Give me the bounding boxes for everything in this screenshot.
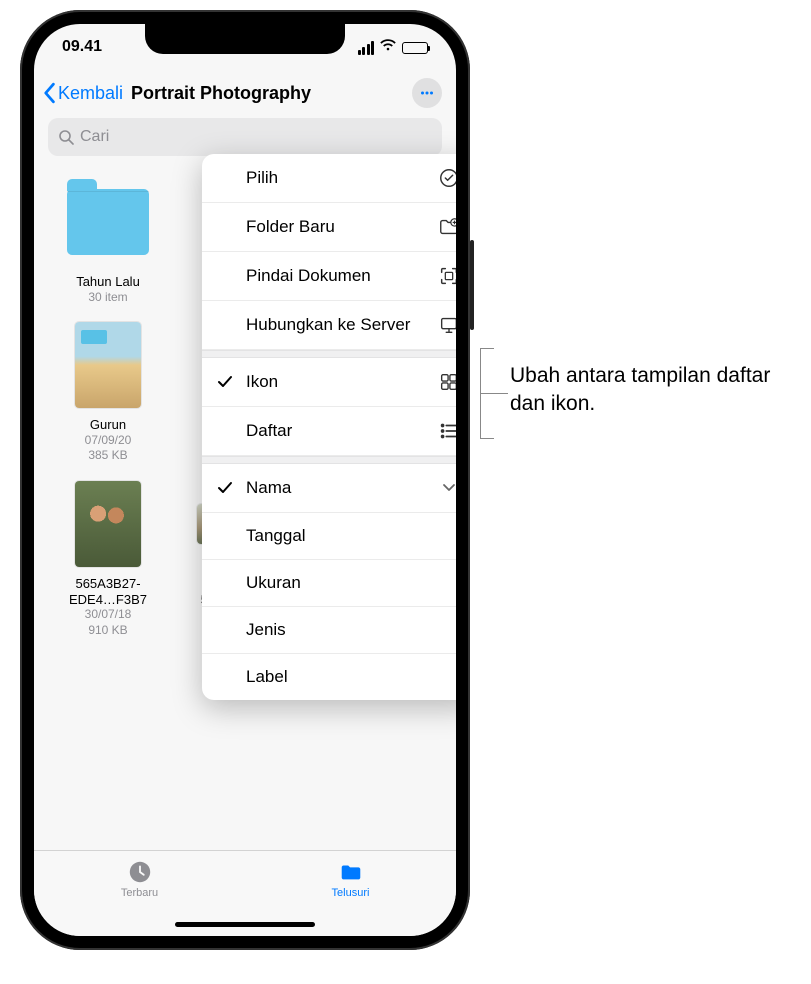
power-button (470, 240, 474, 330)
back-button[interactable]: Kembali (42, 82, 123, 104)
file-size: 910 KB (88, 623, 127, 639)
file-item-image[interactable]: Gurun 07/09/20 385 KB (48, 319, 168, 464)
menu-label: Hubungkan ke Server (246, 315, 410, 335)
menu-item-sort-date[interactable]: Tanggal (202, 513, 456, 560)
callout-tick (480, 438, 494, 439)
callout-tick (480, 348, 494, 349)
battery-icon (402, 42, 428, 54)
cellular-icon (358, 41, 375, 55)
folder-icon (62, 176, 154, 268)
menu-item-list-view[interactable]: Daftar (202, 407, 456, 456)
callout-text: Ubah antara tampilan daftar dan ikon. (510, 362, 780, 419)
menu-label: Nama (246, 478, 291, 498)
menu-item-sort-tags[interactable]: Label (202, 654, 456, 700)
menu-label: Label (246, 667, 288, 687)
phone-frame: 09.41 Kembali Portrait Photography Cari (20, 10, 470, 950)
grid-icon (438, 371, 456, 393)
menu-label: Tanggal (246, 526, 306, 546)
page-title: Portrait Photography (131, 83, 408, 104)
check-icon (216, 479, 234, 497)
menu-label: Jenis (246, 620, 286, 640)
status-time: 09.41 (62, 38, 102, 56)
menu-item-new-folder[interactable]: Folder Baru (202, 203, 456, 252)
file-name: Tahun Lalu (76, 274, 140, 290)
image-thumb (62, 478, 154, 570)
list-icon (438, 420, 456, 442)
back-label: Kembali (58, 83, 123, 104)
search-input[interactable]: Cari (48, 118, 442, 156)
menu-label: Pindai Dokumen (246, 266, 371, 286)
more-button[interactable] (412, 78, 442, 108)
options-popover: Pilih Folder Baru Pindai Dokumen Hubungk… (202, 154, 456, 700)
menu-label: Daftar (246, 421, 292, 441)
file-size: 385 KB (88, 448, 127, 464)
file-item-folder[interactable]: Tahun Lalu 30 item (48, 176, 168, 305)
menu-item-connect-server[interactable]: Hubungkan ke Server (202, 301, 456, 350)
file-name: Gurun (90, 417, 126, 433)
wifi-icon (379, 38, 397, 57)
server-icon (438, 314, 456, 336)
callout-connector (480, 393, 508, 394)
menu-item-select[interactable]: Pilih (202, 154, 456, 203)
folder-icon (337, 859, 365, 885)
folder-plus-icon (438, 216, 456, 238)
check-icon (216, 373, 234, 391)
search-icon (58, 129, 74, 145)
chevron-left-icon (42, 82, 56, 104)
file-date: 07/09/20 (85, 433, 132, 449)
image-thumb (62, 319, 154, 411)
tab-label: Terbaru (121, 887, 158, 899)
scan-icon (438, 265, 456, 287)
file-date: 30/07/18 (85, 607, 132, 623)
file-item-image[interactable]: 565A3B27-EDE4…F3B7 30/07/18 910 KB (48, 478, 168, 638)
menu-item-sort-name[interactable]: Nama (202, 464, 456, 513)
select-circle-icon (438, 167, 456, 189)
home-indicator[interactable] (175, 922, 315, 927)
tab-label: Telusuri (332, 887, 370, 899)
status-right (358, 38, 429, 57)
chevron-down-icon (438, 477, 456, 499)
file-name: 565A3B27-EDE4…F3B7 (53, 576, 163, 607)
menu-item-scan[interactable]: Pindai Dokumen (202, 252, 456, 301)
screen: 09.41 Kembali Portrait Photography Cari (34, 24, 456, 936)
menu-label: Folder Baru (246, 217, 335, 237)
menu-separator (202, 350, 456, 358)
ellipsis-circle-icon (418, 84, 436, 102)
tab-bar: Terbaru Telusuri (34, 850, 456, 936)
notch (145, 24, 345, 54)
nav-bar: Kembali Portrait Photography (34, 74, 456, 118)
menu-item-icon-view[interactable]: Ikon (202, 358, 456, 407)
menu-label: Pilih (246, 168, 278, 188)
file-subtitle: 30 item (88, 290, 127, 306)
menu-item-sort-size[interactable]: Ukuran (202, 560, 456, 607)
menu-item-sort-kind[interactable]: Jenis (202, 607, 456, 654)
clock-icon (126, 859, 154, 885)
menu-label: Ikon (246, 372, 278, 392)
menu-label: Ukuran (246, 573, 301, 593)
search-placeholder: Cari (80, 128, 109, 146)
menu-separator (202, 456, 456, 464)
